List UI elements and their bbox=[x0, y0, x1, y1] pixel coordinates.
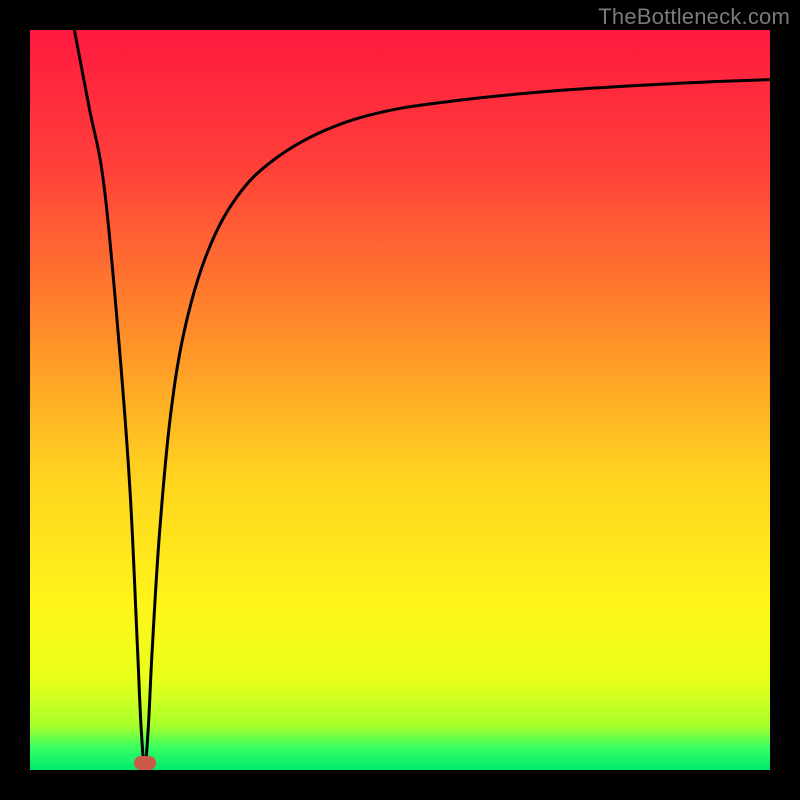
watermark-label: TheBottleneck.com bbox=[598, 4, 790, 30]
bottleneck-curve bbox=[30, 30, 770, 770]
curve-path bbox=[74, 30, 770, 766]
chart-frame: TheBottleneck.com bbox=[0, 0, 800, 800]
optimum-marker bbox=[134, 756, 156, 770]
